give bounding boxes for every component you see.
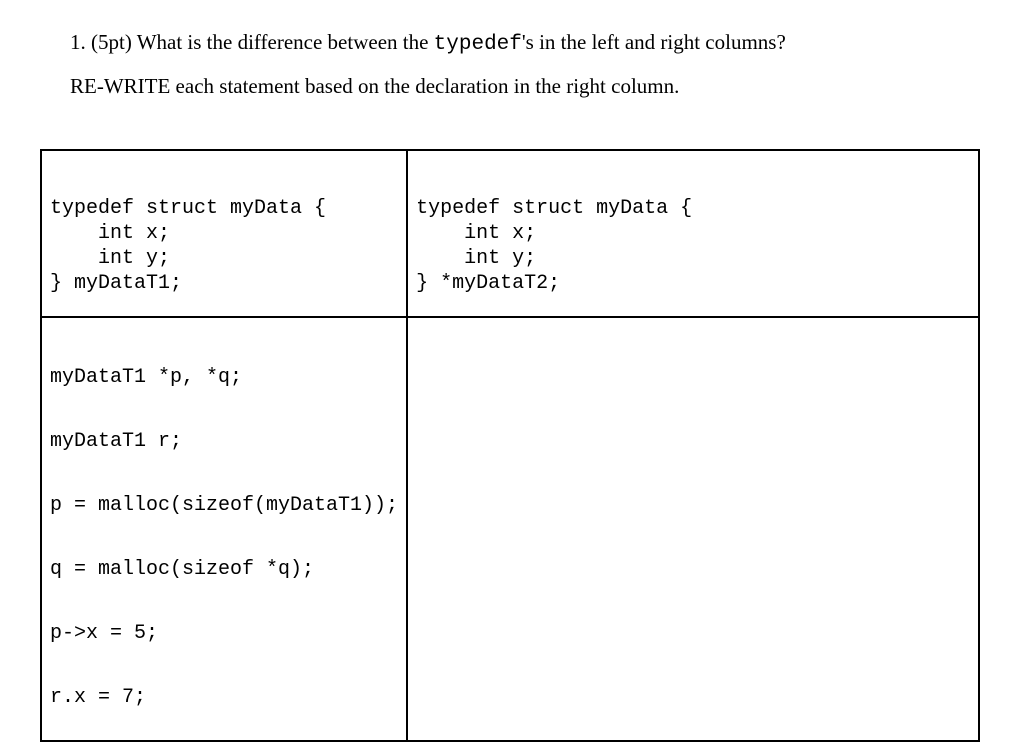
code-line: myDataT1 r; (50, 430, 182, 453)
code-line: myDataT1 *p, *q; (50, 366, 242, 389)
typedef-code-word: typedef (434, 33, 522, 56)
code-line: p = malloc(sizeof(myDataT1)); (50, 494, 398, 517)
code-line: int y; (416, 247, 536, 270)
cell-bottom-right (407, 317, 979, 741)
code-table: typedef struct myData { int x; int y; } … (40, 149, 980, 742)
question-line: 1. (5pt) What is the difference between … (70, 30, 954, 56)
code-line: q = malloc(sizeof *q); (50, 558, 314, 581)
cell-bottom-left: myDataT1 *p, *q; myDataT1 r; p = malloc(… (41, 317, 407, 741)
page: 1. (5pt) What is the difference between … (0, 0, 1024, 742)
instruction-line: RE-WRITE each statement based on the dec… (70, 74, 954, 99)
code-line: r.x = 7; (50, 686, 146, 709)
code-line: typedef struct myData { (50, 197, 326, 220)
question-prefix: 1. (5pt) What is the difference between … (70, 30, 434, 54)
code-line: } *myDataT2; (416, 272, 560, 295)
cell-top-right: typedef struct myData { int x; int y; } … (407, 150, 979, 317)
code-line: p->x = 5; (50, 622, 158, 645)
cell-top-left: typedef struct myData { int x; int y; } … (41, 150, 407, 317)
code-line: int x; (416, 222, 536, 245)
code-line: int x; (50, 222, 170, 245)
question-suffix: 's in the left and right columns? (522, 30, 786, 54)
code-line: } myDataT1; (50, 272, 182, 295)
code-line: typedef struct myData { (416, 197, 692, 220)
code-line: int y; (50, 247, 170, 270)
